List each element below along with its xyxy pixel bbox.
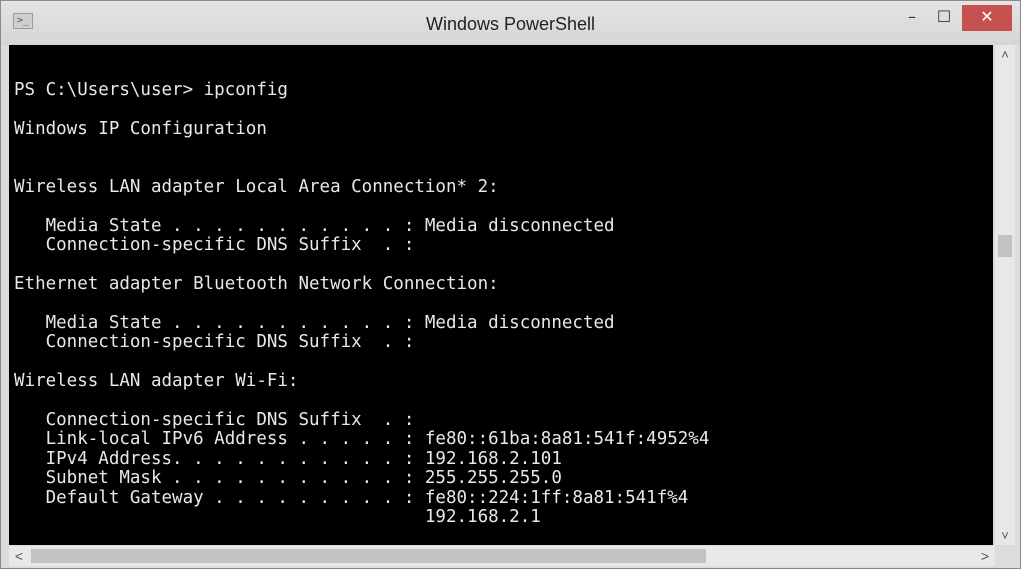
maximize-button[interactable]: ☐ (931, 5, 957, 31)
scrollbar-corner (995, 546, 1015, 566)
vertical-scroll-thumb[interactable] (998, 235, 1012, 257)
minimize-button[interactable]: – (899, 5, 925, 31)
scroll-up-arrow-icon[interactable]: ˄ (995, 47, 1015, 62)
scroll-down-arrow-icon[interactable]: ˅ (995, 528, 1015, 543)
console-text: PS C:\Users\user> ipconfig Windows IP Co… (14, 80, 710, 527)
horizontal-scroll-thumb[interactable] (31, 549, 706, 563)
scroll-left-arrow-icon[interactable]: < (11, 546, 27, 566)
window-title: Windows PowerShell (425, 14, 596, 34)
close-button[interactable]: ✕ (962, 5, 1012, 31)
scroll-right-arrow-icon[interactable]: > (977, 546, 993, 566)
vertical-scrollbar[interactable]: ˄ ˅ (995, 45, 1015, 545)
console-output[interactable]: PS C:\Users\user> ipconfig Windows IP Co… (9, 45, 993, 545)
horizontal-scrollbar[interactable]: < > (9, 546, 1015, 566)
powershell-window: >_ Windows PowerShell – ☐ ✕ PS C:\Users\… (0, 0, 1021, 569)
title-bar[interactable]: >_ Windows PowerShell – ☐ ✕ (1, 1, 1020, 45)
